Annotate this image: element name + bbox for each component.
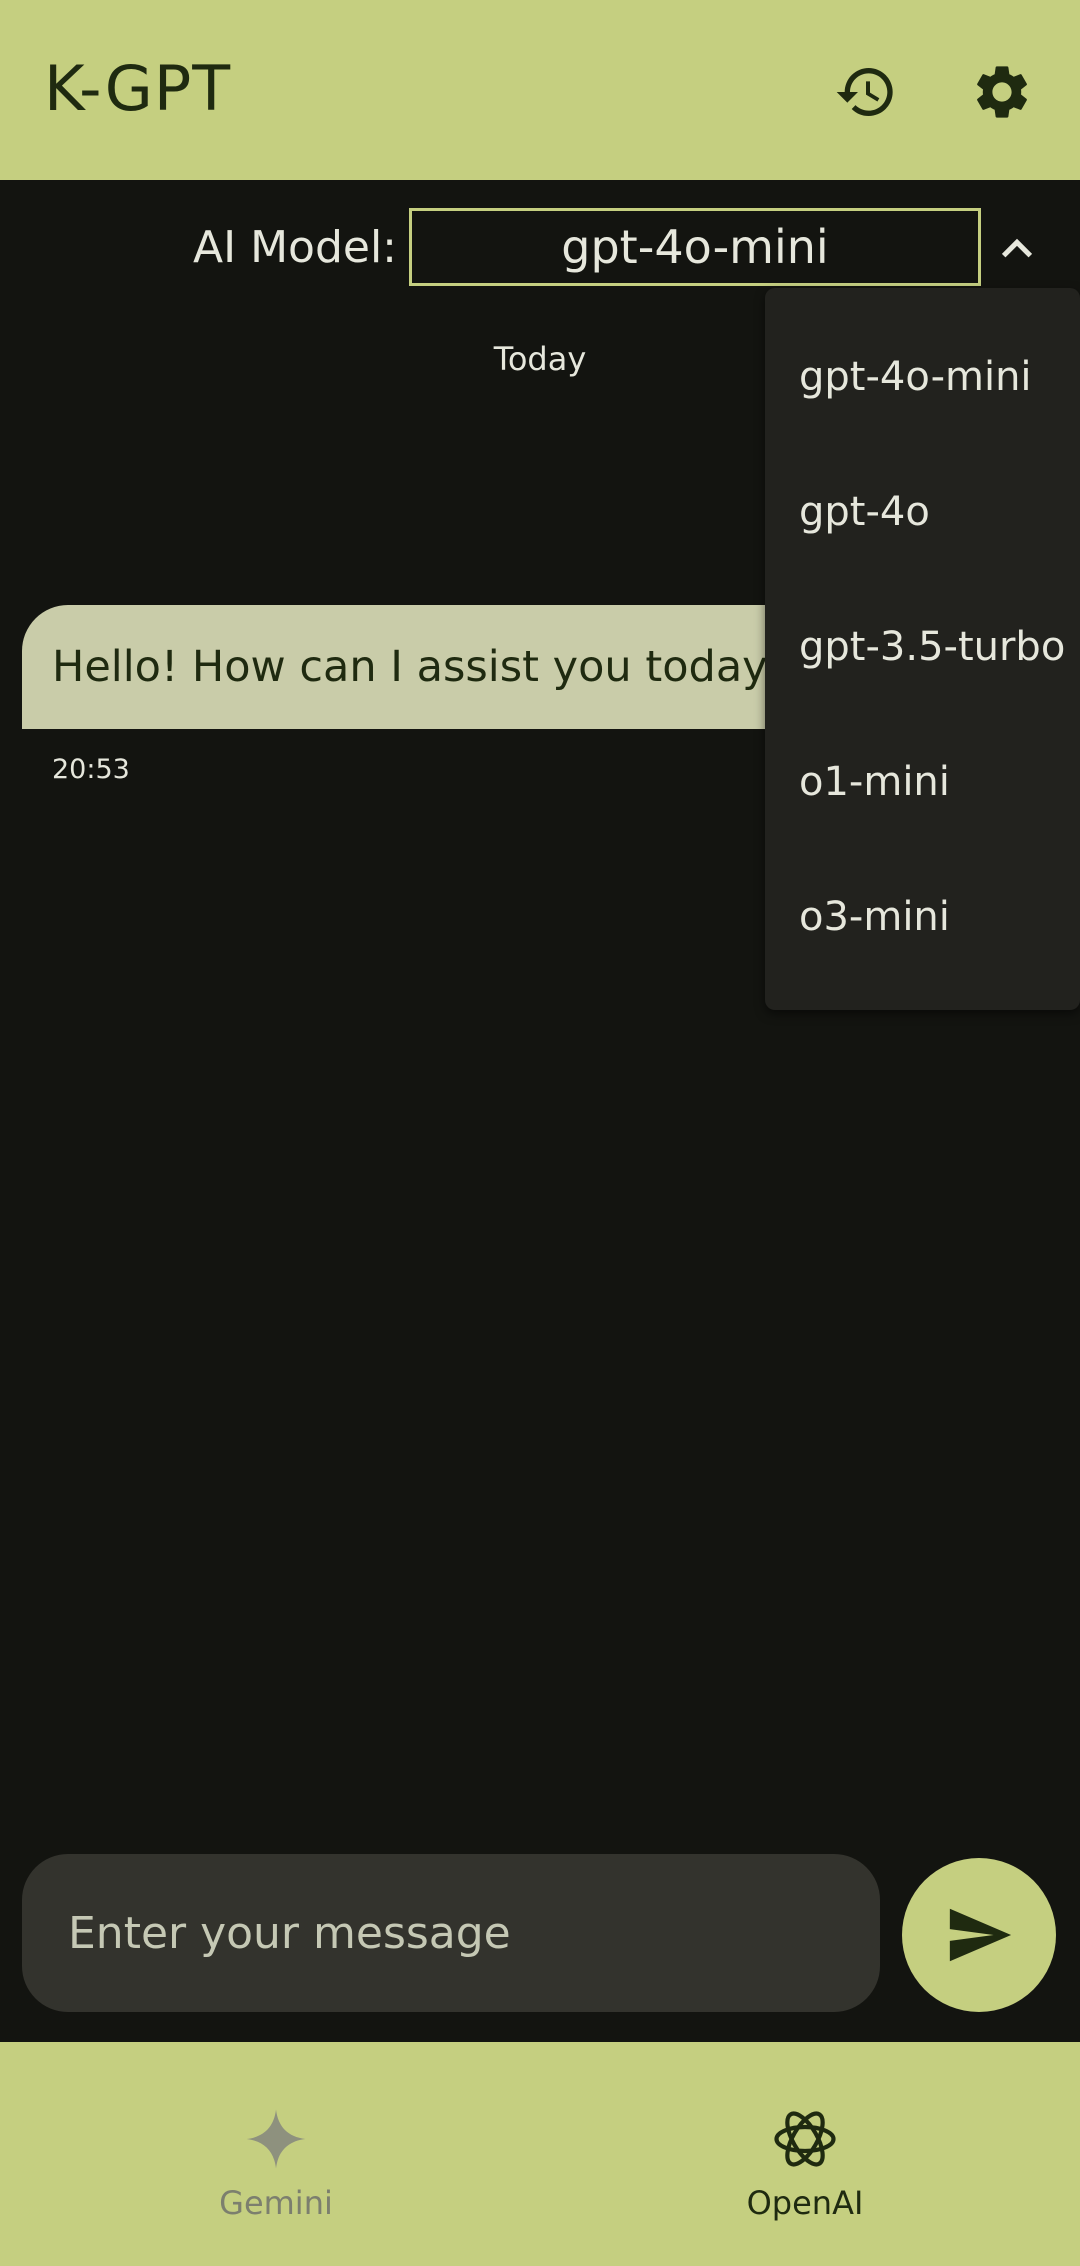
nav-item-gemini[interactable]: Gemini [126, 2102, 426, 2222]
nav-item-openai[interactable]: OpenAI [655, 2102, 955, 2222]
message-time: 20:53 [52, 754, 130, 785]
menu-item-o1-mini[interactable]: o1-mini [799, 759, 950, 805]
model-select-value: gpt-4o-mini [561, 220, 829, 274]
model-dropdown-menu: gpt-4o-mini gpt-4o gpt-3.5-turbo o1-mini… [765, 288, 1080, 1010]
nav-label-openai: OpenAI [746, 2184, 864, 2222]
app-title: K-GPT [44, 52, 232, 125]
model-label: AI Model: [193, 222, 397, 273]
message-input[interactable]: Enter your message [22, 1854, 880, 2012]
message-input-placeholder: Enter your message [68, 1907, 511, 1959]
bottom-navigation: Gemini OpenAI [0, 2042, 1080, 2266]
history-icon[interactable] [832, 58, 900, 126]
model-select-field[interactable]: gpt-4o-mini [409, 208, 981, 286]
menu-item-gpt-4o[interactable]: gpt-4o [799, 489, 930, 535]
send-button[interactable] [902, 1858, 1056, 2012]
menu-item-o3-mini[interactable]: o3-mini [799, 894, 950, 940]
nav-label-gemini: Gemini [219, 2184, 333, 2222]
top-app-bar: K-GPT [0, 0, 1080, 180]
openai-icon [655, 2102, 955, 2176]
gear-icon[interactable] [968, 58, 1036, 126]
menu-item-gpt-4o-mini[interactable]: gpt-4o-mini [799, 354, 1032, 400]
send-icon [949, 1908, 1012, 1962]
menu-item-gpt-3-5-turbo[interactable]: gpt-3.5-turbo [799, 624, 1065, 670]
message-text: Hello! How can I assist you today? [52, 642, 791, 692]
chevron-up-icon[interactable] [990, 222, 1044, 276]
sparkle-icon [126, 2102, 426, 2176]
